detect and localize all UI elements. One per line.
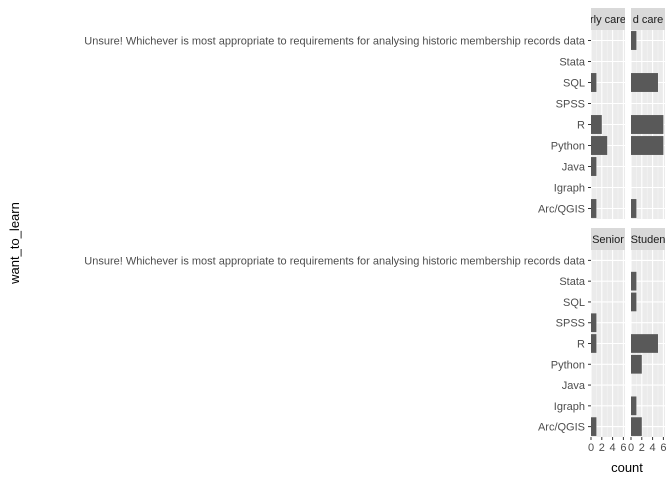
bar bbox=[631, 136, 664, 155]
y-tick-label: Arc/QGIS bbox=[538, 422, 585, 434]
x-tick-label: 0 bbox=[588, 442, 594, 454]
bar bbox=[591, 157, 597, 176]
y-tick-label: SQL bbox=[563, 297, 585, 309]
y-tick-label: Igraph bbox=[554, 183, 585, 195]
y-tick-label: Java bbox=[562, 162, 586, 174]
bar bbox=[631, 334, 658, 353]
y-tick-label: Unsure! Whichever is most appropriate to… bbox=[84, 255, 586, 267]
y-tick-label: Python bbox=[551, 359, 585, 371]
bar bbox=[631, 417, 642, 436]
y-tick-label: Stata bbox=[559, 276, 586, 288]
bar bbox=[591, 199, 597, 218]
y-tick-label: SPSS bbox=[556, 318, 585, 330]
bar bbox=[591, 417, 597, 436]
facet-strip-label: rly care bbox=[590, 14, 626, 26]
y-tick-label: Java bbox=[562, 380, 586, 392]
x-tick-label: 4 bbox=[650, 442, 656, 454]
x-tick-label: 4 bbox=[610, 442, 616, 454]
y-tick-label: R bbox=[577, 339, 585, 351]
bar bbox=[631, 396, 637, 416]
bar bbox=[631, 73, 658, 92]
x-tick-label: 6 bbox=[660, 442, 666, 454]
y-tick-label: SQL bbox=[563, 78, 585, 90]
facet-strip-label: d care bbox=[633, 14, 664, 26]
facet-strip-label: Studen bbox=[631, 234, 666, 246]
y-axis-title: want_to_learn bbox=[7, 202, 22, 285]
bar bbox=[591, 334, 597, 353]
bar bbox=[631, 354, 642, 374]
y-tick-label: R bbox=[577, 120, 585, 132]
bar bbox=[631, 31, 637, 50]
y-tick-label: Unsure! Whichever is most appropriate to… bbox=[84, 36, 586, 48]
y-tick-label: Stata bbox=[559, 57, 586, 69]
bar bbox=[591, 136, 608, 155]
bar bbox=[631, 271, 637, 291]
bar bbox=[591, 313, 597, 333]
x-tick-label: 0 bbox=[628, 442, 634, 454]
bar bbox=[631, 292, 637, 312]
bar bbox=[631, 115, 664, 134]
bar bbox=[631, 199, 637, 218]
y-tick-label: Arc/QGIS bbox=[538, 204, 585, 216]
chart-svg: want_to_learn count rly care Unsure! Whic… bbox=[7, 8, 666, 475]
y-tick-label: SPSS bbox=[556, 99, 585, 111]
facet-strip-label: Senior bbox=[592, 234, 624, 246]
bar bbox=[591, 115, 602, 134]
y-tick-label: Igraph bbox=[554, 401, 585, 413]
x-tick-label: 2 bbox=[639, 442, 645, 454]
y-tick-label: Python bbox=[551, 141, 585, 153]
x-tick-label: 2 bbox=[599, 442, 605, 454]
x-tick-label: 6 bbox=[620, 442, 626, 454]
bar bbox=[591, 73, 597, 92]
x-axis-title: count bbox=[611, 460, 643, 475]
faceted-bar-chart: want_to_learn count rly care Unsure! Whic… bbox=[0, 0, 672, 480]
